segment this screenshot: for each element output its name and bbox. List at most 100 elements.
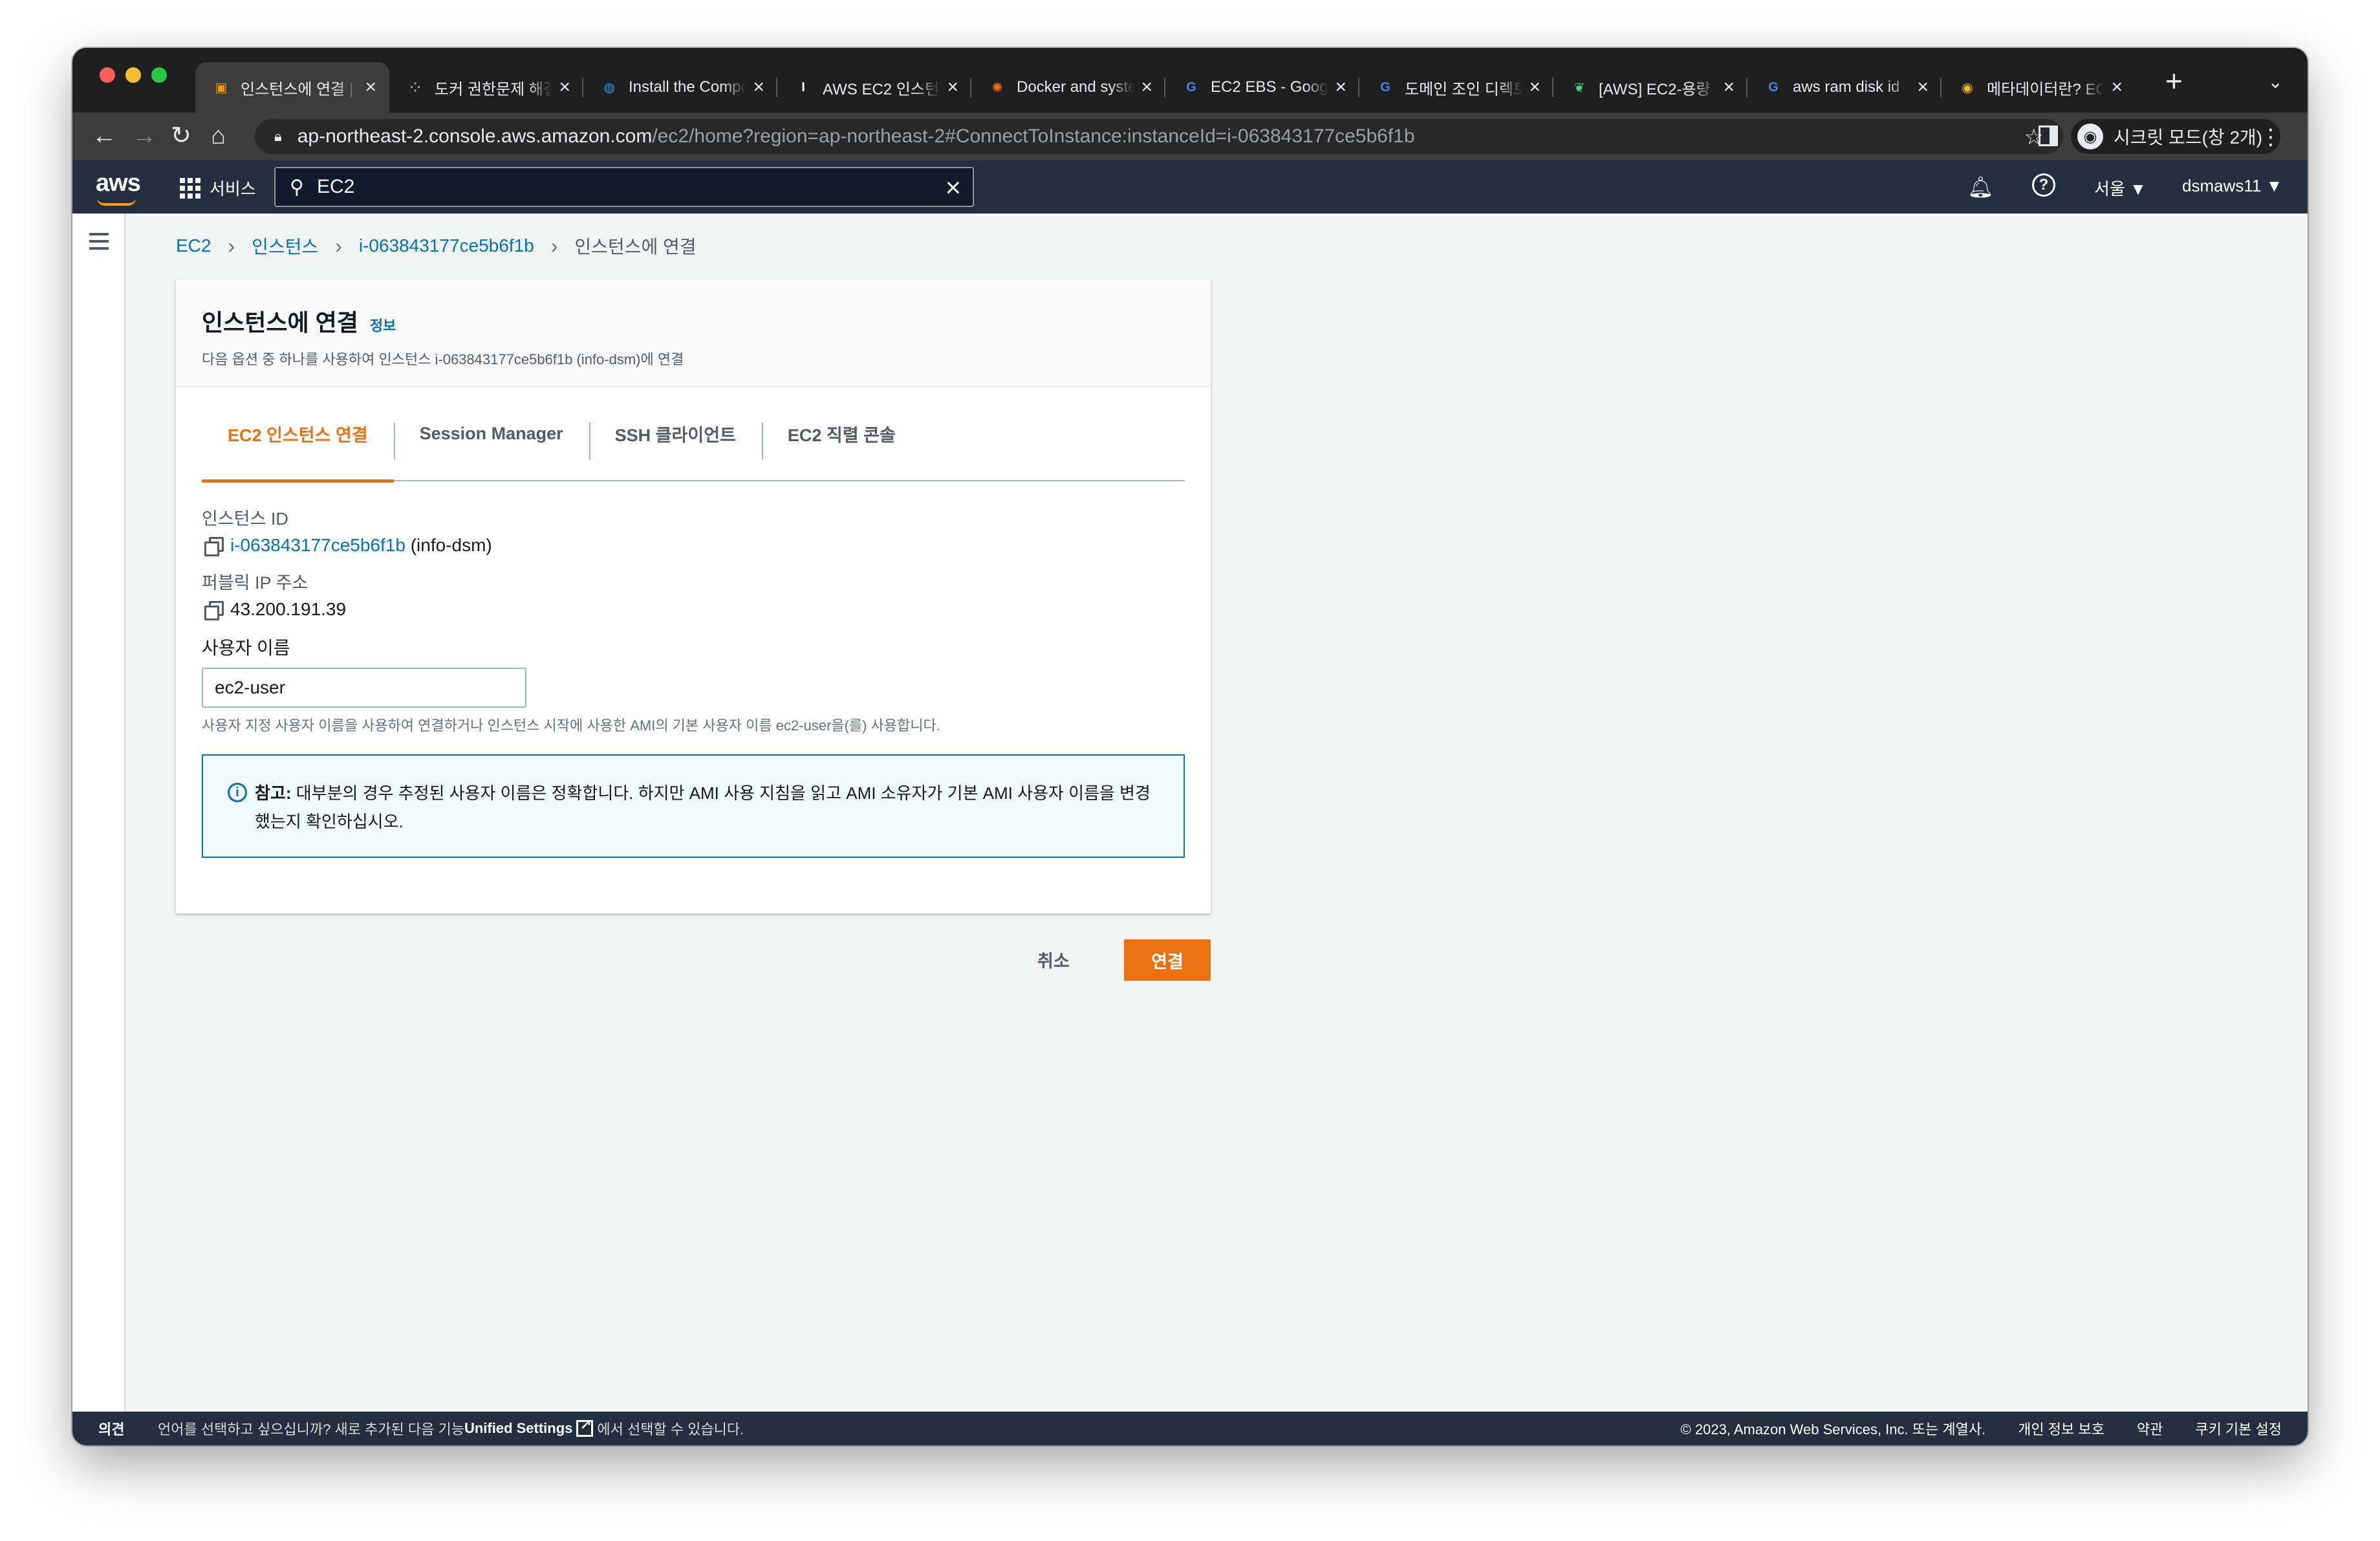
copy-icon[interactable] xyxy=(204,537,224,556)
feedback-link[interactable]: 의견 xyxy=(98,1418,124,1439)
browser-tab[interactable]: ❦ [AWS] EC2-용량 × xyxy=(1553,62,1747,113)
breadcrumb-instance-id[interactable]: i-063843177ce5b6f1b xyxy=(359,235,534,256)
browser-tab-strip: ▣ 인스턴스에 연결 | EC2 × ⁘ 도커 권한문제 해결 × ◍ Install the… xyxy=(72,48,2308,113)
page-description: 다음 옵션 중 하나를 사용하여 인스턴스 i-063843177ce5b6f1… xyxy=(202,351,684,367)
gear-favicon-icon: ✺ xyxy=(991,80,1003,95)
browser-tab[interactable]: ▣ 인스턴스에 연결 | EC2 × xyxy=(195,62,389,113)
connect-instance-panel: 인스턴스에 연결 정보 다음 옵션 중 하나를 사용하여 인스턴스 i-0638… xyxy=(176,279,1211,913)
tab-connection-method[interactable]: EC2 인스턴스 연결 xyxy=(202,386,394,483)
clear-search-icon[interactable]: × xyxy=(945,172,961,203)
home-icon[interactable]: ⌂ xyxy=(211,122,226,150)
incognito-indicator[interactable]: ◉ 시크릿 모드(창 2개) xyxy=(2071,119,2281,154)
back-arrow-icon[interactable]: ← xyxy=(92,122,116,150)
hamburger-menu-icon[interactable] xyxy=(89,233,109,254)
browser-window: ▣ 인스턴스에 연결 | EC2 × ⁘ 도커 권한문제 해결 × ◍ Install the… xyxy=(72,48,2308,1445)
close-tab-icon[interactable]: × xyxy=(1723,76,1735,98)
browser-tab-title: aws ram disk id xyxy=(1793,78,1900,96)
google-icon: G xyxy=(1380,80,1390,94)
chevron-right-icon: › xyxy=(228,234,235,257)
cookie-preferences-link[interactable]: 쿠키 기본 설정 xyxy=(2195,1418,2282,1439)
browser-tab[interactable]: ✺ Docker and systemd × xyxy=(971,62,1165,113)
browser-tab[interactable]: Gaws ram disk id × xyxy=(1747,62,1942,113)
chevron-right-icon: › xyxy=(550,234,558,257)
search-value: EC2 xyxy=(316,176,355,197)
footer-message-before: 언어를 선택하고 싶으십니까? 새로 추가된 다음 기능 xyxy=(158,1421,464,1437)
close-tab-icon[interactable]: × xyxy=(1141,76,1152,98)
close-tab-icon[interactable]: × xyxy=(1335,76,1347,98)
alert-label: 참고: xyxy=(255,783,292,803)
account-menu[interactable]: dsmaws11 ▼ xyxy=(2182,176,2282,196)
browser-tab-title: 인스턴스에 연결 | EC2 xyxy=(241,80,358,98)
chevron-right-icon: › xyxy=(335,234,342,257)
connect-button[interactable]: 연결 xyxy=(1124,939,1211,981)
browser-menu-icon[interactable]: ⋮ xyxy=(2260,124,2282,150)
docker-icon: ◍ xyxy=(603,80,615,95)
cancel-button[interactable]: 취소 xyxy=(1037,947,1070,972)
region-selector[interactable]: 서울 ▼ xyxy=(2094,176,2147,200)
username-input[interactable]: ec2-user xyxy=(202,668,526,708)
url-host: ap-northeast-2.console.aws.amazon.com xyxy=(297,126,653,147)
tab-connection-method[interactable]: Session Manager xyxy=(393,386,589,481)
language-message: 언어를 선택하고 싶으십니까? 새로 추가된 다음 기능 Unified Set… xyxy=(158,1417,744,1439)
privacy-link[interactable]: 개인 정보 보호 xyxy=(2018,1418,2104,1439)
aws-logo-text: aws xyxy=(96,169,141,197)
console-search-input[interactable]: ⚲ EC2 × xyxy=(274,167,974,207)
browser-tab[interactable]: ◉ 메타데이터란? EC2 × xyxy=(1942,62,2136,113)
close-tab-icon[interactable]: × xyxy=(1917,76,1929,98)
close-tab-icon[interactable]: × xyxy=(1529,76,1541,98)
address-bar[interactable]: 🔒︎ ap-northeast-2.console.aws.amazon.com… xyxy=(255,119,2063,154)
tab-connection-method[interactable]: EC2 직렬 콘솔 xyxy=(761,386,922,481)
aws-logo[interactable]: aws xyxy=(96,169,141,206)
incognito-icon: ◉ xyxy=(2077,124,2103,149)
browser-tab[interactable]: ◍ Install the Compose × xyxy=(583,62,777,113)
browser-tab-title: AWS EC2 인스턴스 xyxy=(823,80,941,98)
browser-tab-title: EC2 EBS - Google xyxy=(1211,78,1329,96)
instance-id-link[interactable]: i-063843177ce5b6f1b xyxy=(230,535,406,556)
velog-icon: I xyxy=(801,80,805,94)
browser-tab[interactable]: G 도메인 조인 디렉토리 × xyxy=(1359,62,1553,113)
breadcrumb-ec2[interactable]: EC2 xyxy=(176,235,211,256)
unified-settings-link[interactable]: Unified Settings xyxy=(464,1420,572,1437)
services-label: 서비스 xyxy=(210,179,256,199)
console-footer: 의견 언어를 선택하고 싶으십니까? 새로 추가된 다음 기능 Unified … xyxy=(72,1412,2308,1445)
help-icon[interactable]: ? xyxy=(2032,173,2055,197)
window-controls xyxy=(100,67,167,83)
side-panel-icon[interactable] xyxy=(2039,126,2058,146)
chrome-favicon-icon: ◉ xyxy=(1962,80,1973,95)
reload-icon[interactable]: ↻ xyxy=(171,122,191,150)
close-tab-icon[interactable]: × xyxy=(559,76,570,98)
username-hint: 사용자 지정 사용자 이름을 사용하여 연결하거나 인스턴스 시작에 사용한 A… xyxy=(202,717,940,734)
dots-favicon-icon: ⁘ xyxy=(409,80,421,95)
close-window-button[interactable] xyxy=(100,67,115,83)
close-tab-icon[interactable]: × xyxy=(947,76,958,98)
browser-tab-title: 도커 권한문제 해결 xyxy=(435,80,553,98)
public-ip-value: 43.200.191.39 xyxy=(230,599,347,619)
panel-header: 인스턴스에 연결 정보 다음 옵션 중 하나를 사용하여 인스턴스 i-0638… xyxy=(176,279,1211,387)
terms-link[interactable]: 약관 xyxy=(2137,1418,2163,1439)
close-tab-icon[interactable]: × xyxy=(753,76,764,98)
browser-tab[interactable]: ⁘ 도커 권한문제 해결 × xyxy=(389,62,583,113)
footer-message-after: 에서 선택할 수 있습니다. xyxy=(597,1421,744,1437)
info-circle-icon: i xyxy=(228,783,247,802)
browser-tabs: ▣ 인스턴스에 연결 | EC2 × ⁘ 도커 권한문제 해결 × ◍ Install the… xyxy=(195,62,2136,113)
browser-tab[interactable]: G EC2 EBS - Google × xyxy=(1165,62,1359,113)
google-icon: G xyxy=(1186,80,1196,94)
forward-arrow-icon[interactable]: → xyxy=(132,122,157,150)
tab-search-chevron-icon[interactable]: ⌄ xyxy=(2268,71,2283,93)
breadcrumb-instances[interactable]: 인스턴스 xyxy=(252,233,318,259)
zoom-window-button[interactable] xyxy=(151,67,167,83)
tab-connection-method[interactable]: SSH 클라이언트 xyxy=(589,386,762,481)
instance-id-label: 인스턴스 ID xyxy=(202,509,288,529)
services-menu-button[interactable]: 서비스 xyxy=(180,176,256,200)
new-tab-button[interactable]: + xyxy=(2165,65,2183,97)
copy-icon[interactable] xyxy=(204,601,224,620)
notifications-bell-icon[interactable]: 🔔︎ xyxy=(1967,175,1994,199)
browser-tab[interactable]: I AWS EC2 인스턴스 × xyxy=(777,62,971,113)
search-icon: ⚲ xyxy=(290,176,304,198)
close-tab-icon[interactable]: × xyxy=(365,76,376,98)
copyright-text: © 2023, Amazon Web Services, Inc. 또는 계열사… xyxy=(1680,1421,1986,1437)
info-link[interactable]: 정보 xyxy=(370,314,396,335)
instance-name: (info-dsm) xyxy=(410,535,492,555)
close-tab-icon[interactable]: × xyxy=(2111,76,2123,98)
minimize-window-button[interactable] xyxy=(125,67,141,83)
